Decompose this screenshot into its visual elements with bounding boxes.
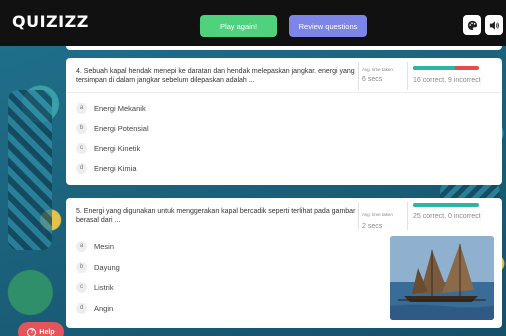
option-text: Listrik: [94, 282, 114, 292]
theme-icon[interactable]: [463, 15, 481, 35]
avg-time-value: 6 secs: [362, 76, 383, 83]
option-c: c Listrik: [76, 281, 114, 293]
option-text: Energi Potensial: [94, 123, 149, 133]
option-text: Energi Kimia: [94, 163, 137, 173]
quizizz-logo: QUIZIZZ: [12, 12, 89, 31]
option-letter: b: [76, 122, 87, 134]
avg-time-value: 2 secs: [362, 223, 383, 230]
question-text: 4. Sebuah kapal hendak menepi ke daratan…: [76, 68, 355, 84]
divider: [66, 92, 502, 93]
accuracy-bar-fill: [413, 66, 456, 70]
option-letter: a: [76, 240, 87, 252]
option-b: b Dayung: [76, 261, 120, 273]
option-text: Angin: [94, 303, 114, 313]
avg-time-label: Avg. time taken: [362, 67, 393, 72]
question-card: 4. Sebuah kapal hendak menepi ke daratan…: [66, 58, 502, 185]
option-d: d Energi Kimia: [76, 162, 137, 174]
option-text: Energi Kinetik: [94, 143, 141, 153]
option-a: a Energi Mekanik: [76, 102, 146, 114]
option-letter: a: [76, 102, 87, 114]
option-c: c Energi Kinetik: [76, 142, 140, 154]
help-icon: ?: [27, 327, 37, 336]
divider: [407, 202, 408, 230]
question-text: 5. Energi yang digunakan untuk menggerak…: [76, 208, 356, 224]
divider: [358, 62, 359, 90]
option-letter: d: [76, 162, 87, 174]
option-letter: b: [76, 261, 87, 273]
divider: [407, 62, 408, 90]
previous-card-edge: [66, 46, 502, 50]
option-letter: d: [76, 302, 87, 314]
option-text: Energi Mekanik: [94, 103, 146, 113]
help-button[interactable]: ? Help: [18, 322, 64, 336]
answer-stats: 25 correct, 0 incorrect: [413, 213, 481, 220]
option-text: Mesin: [94, 241, 115, 251]
play-again-button[interactable]: Play again!: [200, 15, 277, 37]
option-b: b Energi Potensial: [76, 122, 149, 134]
sound-icon[interactable]: [485, 15, 503, 35]
option-letter: c: [76, 142, 87, 154]
option-d: d Angin: [76, 302, 113, 314]
review-questions-button[interactable]: Review questions: [289, 15, 367, 37]
question-card: 5. Energi yang digunakan untuk menggerak…: [66, 198, 502, 328]
help-label: Help: [39, 328, 55, 336]
decor-left: [8, 90, 52, 250]
option-letter: c: [76, 281, 87, 293]
option-text: Dayung: [94, 262, 120, 272]
accuracy-bar-fill: [413, 203, 479, 207]
top-bar: QUIZIZZ Play again! Review questions: [0, 0, 506, 46]
outrigger-ship-image: [390, 236, 494, 320]
answer-stats: 16 correct, 9 incorrect: [413, 77, 481, 84]
accuracy-bar: [413, 66, 479, 70]
avg-time-label: Avg. time taken: [362, 212, 393, 217]
accuracy-bar: [413, 203, 479, 207]
divider: [358, 202, 359, 230]
option-a: a Mesin: [76, 240, 114, 252]
